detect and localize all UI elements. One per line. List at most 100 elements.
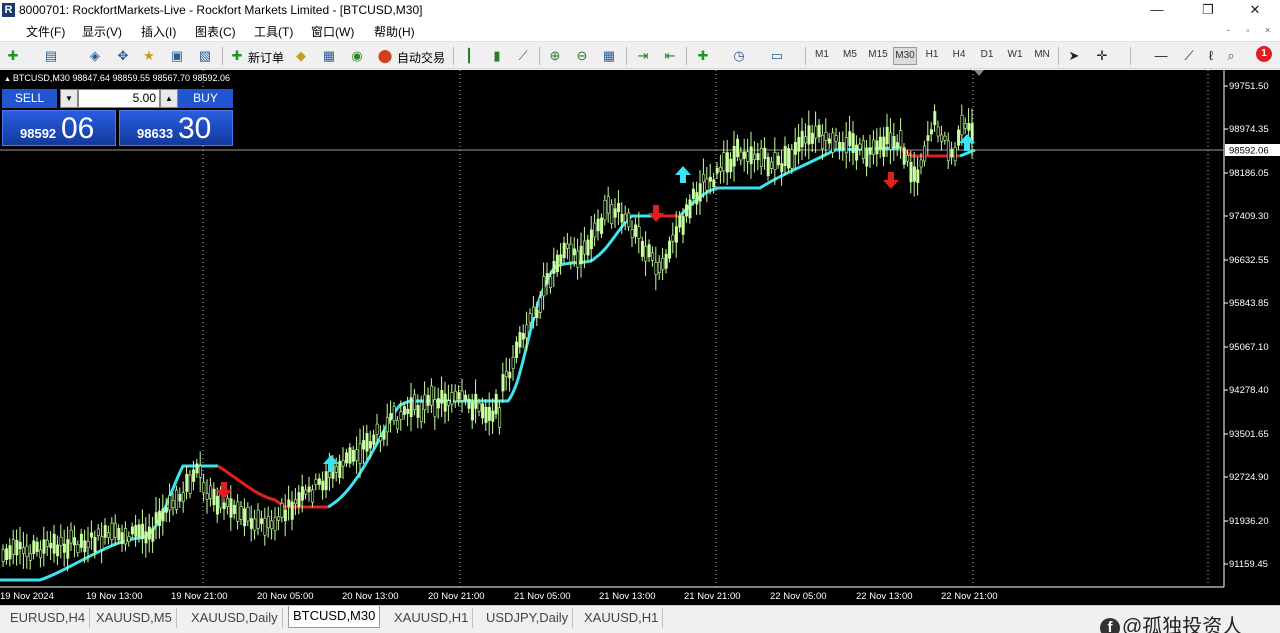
menu-file[interactable]: 文件(F) — [26, 23, 65, 40]
tab-xauusd-m5[interactable]: XAUUSD,M5 — [92, 608, 177, 628]
minimize-button[interactable]: — — [1134, 0, 1180, 20]
candle-body — [249, 518, 253, 529]
tab-eurusd-h4[interactable]: EURUSD,H4 — [6, 608, 91, 628]
text-tool-icon[interactable]: ℓ — [1202, 47, 1220, 65]
buy-button[interactable]: BUY — [178, 89, 233, 108]
menu-tools[interactable]: 工具(T) — [254, 23, 293, 40]
search-icon[interactable]: ⌕ — [1222, 47, 1240, 65]
candle-body — [838, 141, 842, 150]
candle-body — [950, 148, 954, 158]
line-chart-icon[interactable]: ⟋ — [514, 47, 532, 65]
market-watch-icon[interactable]: ◈ — [86, 47, 104, 65]
x-tick-label: 19 Nov 13:00 — [86, 591, 143, 602]
candle-body — [963, 123, 967, 129]
market-icon[interactable]: ▦ — [320, 47, 338, 65]
sell-price-box[interactable]: 98592 06 — [2, 110, 116, 146]
lot-size-input[interactable]: 5.00 — [78, 89, 160, 108]
period-mn-button[interactable]: MN — [1030, 49, 1054, 60]
zoom-out-icon[interactable]: ⊖ — [573, 47, 591, 65]
y-tick-label: 94278.40 — [1229, 385, 1269, 396]
menu-view[interactable]: 显示(V) — [82, 23, 122, 40]
mdi-restore-button[interactable]: ▫ — [1246, 25, 1249, 35]
candle-body — [151, 528, 155, 542]
close-button[interactable]: ✕ — [1232, 0, 1278, 20]
toolbar: ✚ ▤ ◈ ✥ ★ ▣ ▧ ✚ 新订单 ◆ ▦ ◉ ⬤ 自动交易 ┃ ▮ ⟋ ⊕… — [0, 43, 1280, 69]
period-m30-button[interactable]: M30 — [893, 47, 917, 65]
candle-body — [569, 243, 573, 263]
strategy-tester-icon[interactable]: ▧ — [196, 47, 214, 65]
candle-body — [562, 242, 566, 259]
candle-body — [93, 536, 97, 553]
menu-insert[interactable]: 插入(I) — [141, 23, 176, 40]
bar-chart-icon[interactable]: ┃ — [460, 47, 478, 65]
candle-body — [906, 155, 910, 162]
candle-body — [22, 547, 26, 554]
tab-xauusd-h1[interactable]: XAUUSD,H1 — [390, 608, 474, 628]
one-click-trading-panel: SELL ▼ 5.00 ▲ BUY 98592 06 98633 30 — [2, 89, 233, 146]
lot-decrease-button[interactable]: ▼ — [60, 89, 78, 108]
period-h4-button[interactable]: H4 — [947, 49, 971, 60]
period-m1-button[interactable]: M1 — [810, 49, 834, 60]
new-order-icon[interactable]: ✚ — [228, 47, 246, 65]
horizontal-line-icon[interactable]: — — [1152, 47, 1170, 65]
auto-trading-icon[interactable]: ⬤ — [376, 47, 394, 65]
menu-help[interactable]: 帮助(H) — [374, 23, 415, 40]
tile-windows-icon[interactable]: ▦ — [600, 47, 618, 65]
profiles-icon[interactable]: ▤ — [42, 47, 60, 65]
tab-xauusd-daily[interactable]: XAUUSD,Daily — [187, 608, 283, 628]
period-h1-button[interactable]: H1 — [920, 49, 944, 60]
candle-body — [195, 463, 199, 474]
tab-usdjpy-daily[interactable]: USDJPY,Daily — [482, 608, 574, 628]
mdi-minimize-button[interactable]: - — [1227, 25, 1230, 35]
auto-scroll-icon[interactable]: ⇤ — [661, 47, 679, 65]
zoom-in-icon[interactable]: ⊕ — [546, 47, 564, 65]
cursor-icon[interactable]: ➤ — [1065, 47, 1083, 65]
buy-price-box[interactable]: 98633 30 — [119, 110, 233, 146]
signals-icon[interactable]: ◉ — [348, 47, 366, 65]
templates-icon[interactable]: ▭ — [768, 47, 786, 65]
menu-chart[interactable]: 图表(C) — [195, 23, 236, 40]
menu-window[interactable]: 窗口(W) — [311, 23, 354, 40]
sell-button[interactable]: SELL — [2, 89, 57, 108]
lot-increase-button[interactable]: ▲ — [160, 89, 178, 108]
y-tick-label: 91936.20 — [1229, 516, 1269, 527]
candle-body — [776, 155, 780, 166]
candle-body — [198, 465, 202, 478]
terminal-icon[interactable]: ▣ — [168, 47, 186, 65]
mdi-close-button[interactable]: × — [1265, 25, 1270, 35]
chart-shift-icon[interactable]: ⇥ — [634, 47, 652, 65]
candlestick-icon[interactable]: ▮ — [488, 47, 506, 65]
trendline-icon[interactable]: ⟋ — [1180, 47, 1198, 65]
alert-count-badge[interactable]: 1 — [1256, 46, 1272, 62]
chart-window[interactable]: 99751.50 98974.35 98186.05 97409.30 96632.55… — [0, 70, 1280, 605]
new-order-button[interactable]: 新订单 — [248, 49, 284, 66]
candle-body — [902, 147, 906, 165]
crosshair-icon[interactable]: ✛ — [1093, 47, 1111, 65]
price-chart[interactable]: 99751.50 98974.35 98186.05 97409.30 96632.55… — [0, 70, 1280, 605]
auto-trading-button[interactable]: 自动交易 — [397, 49, 445, 66]
candle-body — [844, 137, 848, 154]
period-m5-button[interactable]: M5 — [838, 49, 862, 60]
candle-body — [86, 541, 90, 548]
periodicity-icon[interactable]: ◷ — [730, 47, 748, 65]
candle-body — [916, 169, 920, 183]
candle-body — [263, 517, 267, 536]
candle-body — [8, 545, 12, 560]
candle-body — [396, 419, 400, 430]
metaeditor-icon[interactable]: ◆ — [292, 47, 310, 65]
period-d1-button[interactable]: D1 — [975, 49, 999, 60]
candle-body — [865, 149, 869, 167]
tab-xauusd-h1-2[interactable]: XAUUSD,H1 — [580, 608, 664, 628]
candle-body — [797, 136, 801, 152]
candle-body — [202, 482, 206, 494]
data-window-icon[interactable]: ✥ — [114, 47, 132, 65]
restore-button[interactable]: ❐ — [1185, 0, 1231, 20]
y-tick-label: 96632.55 — [1229, 255, 1269, 266]
indicators-icon[interactable]: ✚ — [694, 47, 712, 65]
period-m15-button[interactable]: M15 — [866, 49, 890, 60]
period-w1-button[interactable]: W1 — [1003, 49, 1027, 60]
tab-btcusd-m30[interactable]: BTCUSD,M30 — [288, 606, 381, 628]
new-chart-icon[interactable]: ✚ — [4, 47, 22, 65]
navigator-icon[interactable]: ★ — [140, 47, 158, 65]
candle-body — [277, 516, 281, 521]
